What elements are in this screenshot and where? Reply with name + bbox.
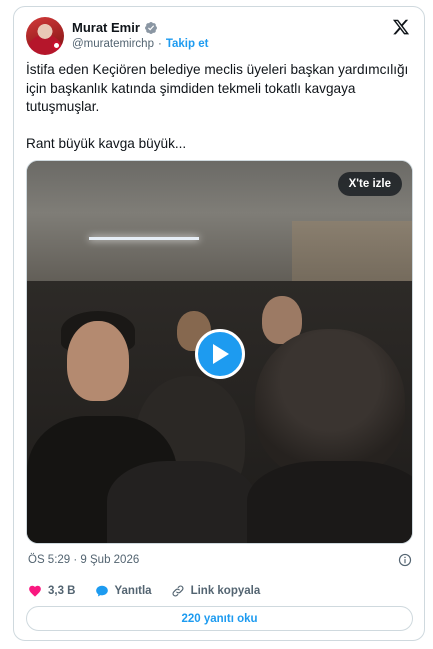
author-handle[interactable]: @muratemirchp [72, 38, 154, 50]
x-logo-icon[interactable] [392, 18, 410, 36]
follow-button[interactable]: Takip et [166, 38, 209, 50]
like-count: 3,3 B [48, 585, 76, 597]
play-icon [213, 344, 229, 364]
watch-on-x-button[interactable]: X'te izle [337, 172, 402, 196]
action-bar: 3,3 B Yanıtla Link kopyala [28, 584, 279, 598]
heart-icon [29, 585, 41, 597]
tweet-paragraph: Rant büyük kavga büyük... [26, 136, 187, 151]
reply-button[interactable]: Yanıtla [95, 584, 152, 598]
info-icon[interactable] [398, 553, 412, 567]
reply-label: Yanıtla [114, 585, 152, 597]
read-replies-button[interactable]: 220 yanıtı oku [26, 606, 413, 631]
tweet-card: Murat Emir @muratemirchp · Takip et İsti… [13, 6, 425, 641]
play-button[interactable] [195, 329, 245, 379]
video-player[interactable]: X'te izle [26, 160, 413, 544]
reply-bubble-icon [95, 585, 108, 597]
tweet-paragraph: İstifa eden Keçiören belediye meclis üye… [26, 62, 409, 114]
tweet-text: İstifa eden Keçiören belediye meclis üye… [26, 61, 411, 172]
verified-badge-icon [144, 21, 157, 34]
author-name-row: Murat Emir [72, 20, 158, 35]
like-button[interactable]: 3,3 B [28, 584, 76, 598]
handle-separator: · [157, 38, 162, 50]
copy-link-label: Link kopyala [190, 585, 261, 597]
copy-link-button[interactable]: Link kopyala [171, 584, 261, 598]
author-display-name[interactable]: Murat Emir [72, 20, 140, 35]
link-icon [172, 585, 184, 597]
tweet-timestamp[interactable]: ÖS 5:29 · 9 Şub 2026 [28, 554, 139, 566]
party-emblem-icon [52, 41, 61, 50]
avatar[interactable] [26, 17, 64, 55]
author-handle-row: @muratemirchp · Takip et [72, 38, 208, 50]
